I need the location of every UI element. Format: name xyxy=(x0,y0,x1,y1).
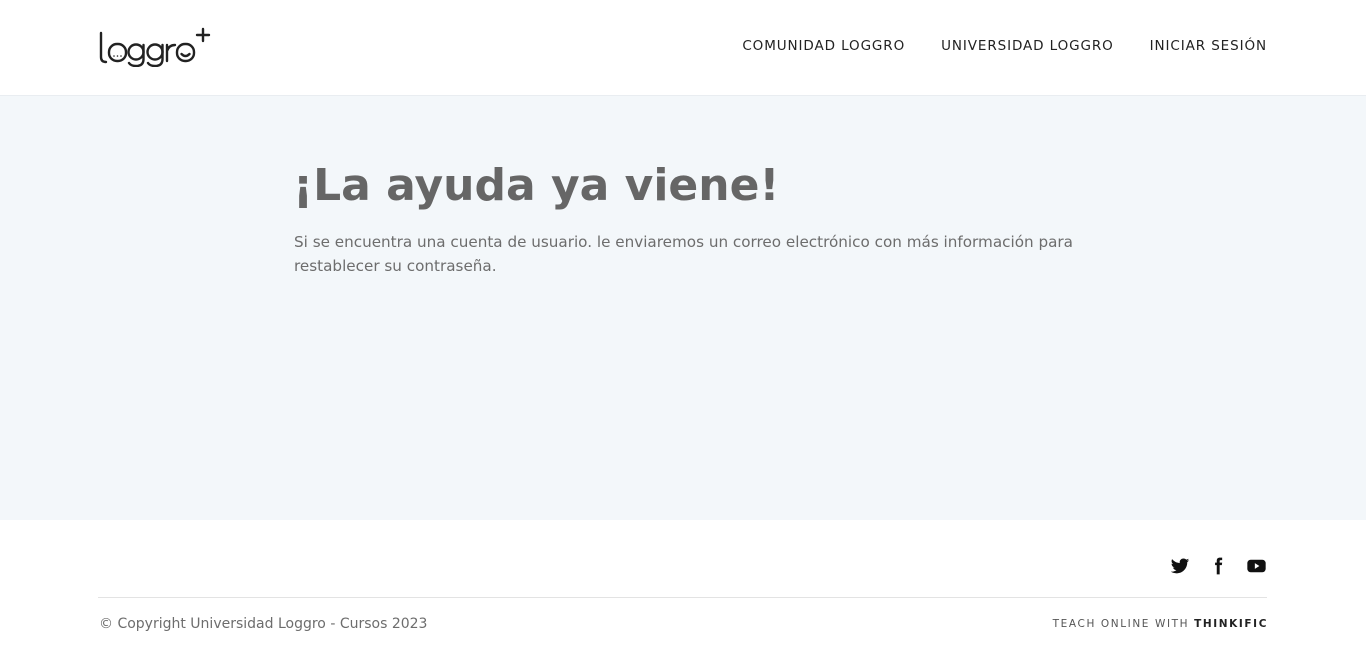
footer-divider xyxy=(98,597,1267,598)
main-content: ¡La ayuda ya viene! Si se encuentra una … xyxy=(0,96,1366,520)
page-description: Si se encuentra una cuenta de usuario. l… xyxy=(294,233,1073,275)
page-title: ¡La ayuda ya viene! xyxy=(293,160,780,211)
site-header: COMUNIDAD LOGGRO UNIVERSIDAD LOGGRO INIC… xyxy=(0,0,1366,96)
nav-universidad-loggro[interactable]: UNIVERSIDAD LOGGRO xyxy=(941,38,1114,54)
powered-brand: THINKIFIC xyxy=(1194,618,1268,630)
main-nav: COMUNIDAD LOGGRO UNIVERSIDAD LOGGRO INIC… xyxy=(742,38,1267,54)
copyright-text: © Copyright Universidad Loggro - Cursos … xyxy=(99,616,428,632)
powered-prefix: TEACH ONLINE WITH xyxy=(1052,618,1190,630)
thinkific-link[interactable]: TEACH ONLINE WITH THINKIFIC xyxy=(1053,618,1268,630)
nav-comunidad-loggro[interactable]: COMUNIDAD LOGGRO xyxy=(742,38,905,54)
site-footer: © Copyright Universidad Loggro - Cursos … xyxy=(0,520,1366,651)
youtube-icon[interactable] xyxy=(1246,556,1268,576)
twitter-icon[interactable] xyxy=(1170,556,1192,576)
social-links xyxy=(1170,556,1268,576)
nav-iniciar-sesion[interactable]: INICIAR SESIÓN xyxy=(1150,38,1267,54)
loggro-logo[interactable] xyxy=(99,27,211,67)
facebook-icon[interactable] xyxy=(1208,556,1230,576)
